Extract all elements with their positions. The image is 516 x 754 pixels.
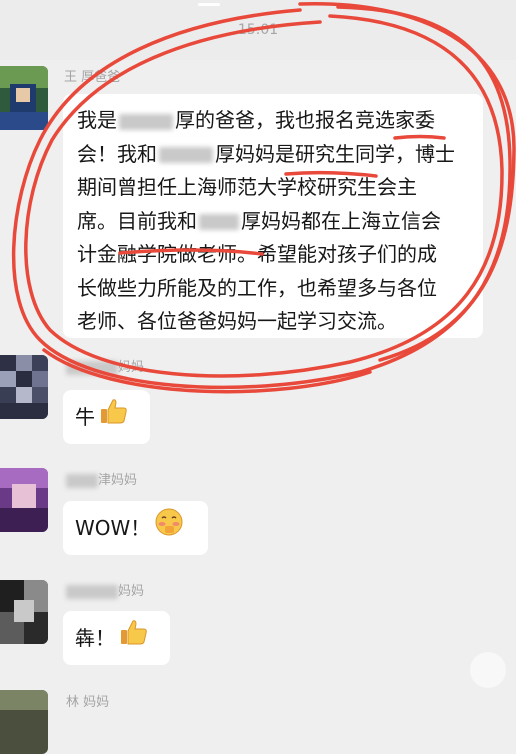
message-bubble[interactable]: 犇！: [63, 611, 170, 665]
message-bubble[interactable]: WOW！: [63, 501, 208, 555]
sender-name: 林 妈妈: [66, 695, 110, 710]
avatar[interactable]: [0, 690, 48, 754]
redacted-name: [199, 214, 239, 230]
message-line: 席。目前我和 厚妈妈都在上海立信会: [77, 208, 441, 233]
redacted-name: [66, 473, 98, 488]
message-line: 长做些力所能及的工作，也希望多与各位: [77, 275, 437, 300]
message-line: 老师、各位爸爸妈妈一起学习交流。: [77, 309, 397, 333]
message-text: 犇！: [75, 626, 115, 650]
floating-button[interactable]: [470, 652, 506, 688]
message-text: WOW！: [75, 516, 151, 540]
message-bubble[interactable]: 我是 厚的爸爸，我也报名竞选家委 会！我和 厚妈妈是研究生同学，博士 期间曾担任上海…: [63, 94, 483, 338]
blushing-face-icon: [154, 503, 184, 557]
redacted-name: [66, 360, 118, 375]
avatar[interactable]: [0, 580, 48, 644]
message-line: 期间曾担任上海师范大学校研究生会主: [77, 175, 417, 199]
redacted-name: [66, 584, 118, 599]
sender-name: 妈妈: [66, 580, 144, 599]
message-text: 牛: [75, 405, 95, 429]
redacted-name: [119, 113, 173, 130]
message-timestamp: 15:01: [237, 22, 279, 38]
sender-name: 王 厚爸爸: [64, 70, 121, 85]
message-bubble[interactable]: 牛: [63, 390, 150, 444]
thumbs-up-icon: [119, 613, 149, 667]
message-line: 会！我和 厚妈妈是研究生同学，博士: [77, 141, 455, 166]
sender-name: 妈妈: [66, 356, 144, 375]
avatar[interactable]: [0, 355, 48, 419]
top-indicator: [198, 3, 220, 6]
message-line: 计金融学院做老师。希望能对孩子们的成: [77, 242, 437, 266]
message-line: 我是 厚的爸爸，我也报名竞选家委: [77, 108, 435, 132]
avatar[interactable]: [0, 66, 48, 130]
thumbs-up-icon: [99, 392, 129, 446]
sender-name: 津妈妈: [66, 469, 137, 488]
avatar[interactable]: [0, 468, 48, 532]
top-bar: 15:01: [0, 0, 516, 60]
redacted-name: [159, 147, 213, 163]
